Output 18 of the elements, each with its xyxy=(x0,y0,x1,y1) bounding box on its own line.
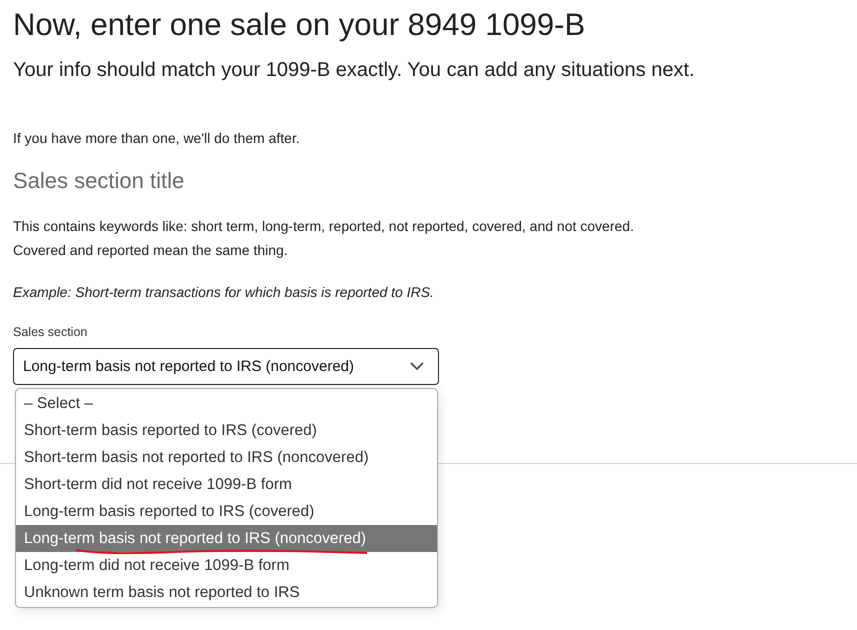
page-title: Now, enter one sale on your 8949 1099-B xyxy=(13,6,586,44)
chevron-icon xyxy=(410,362,424,371)
dropdown-option[interactable]: Long-term basis not reported to IRS (noncovered) xyxy=(16,525,437,552)
dropdown-option[interactable]: Long-term did not receive 1099-B form xyxy=(16,552,437,579)
dropdown-option[interactable]: Short-term basis reported to IRS (covered) xyxy=(16,417,437,444)
section-title: Sales section title xyxy=(13,167,186,195)
note-text: If you have more than one, we'll do them after. xyxy=(13,129,301,147)
example-text: Example: Short-term transactions for which basis is reported to IRS. xyxy=(13,283,435,302)
sales-section-dropdown[interactable]: Long-term basis not reported to IRS (noncovered) xyxy=(13,348,439,385)
field-label: Sales section xyxy=(13,324,88,340)
dropdown-option[interactable]: Unknown term basis not reported to IRS xyxy=(16,579,437,606)
dropdown-option[interactable]: Short-term basis not reported to IRS (noncovered) xyxy=(16,444,437,471)
dropdown-option[interactable]: Long-term basis reported to IRS (covered) xyxy=(16,498,437,525)
subtitle: Your info should match your 1099-B exactly. You can add any situations next. xyxy=(13,58,696,83)
dropdown-option[interactable]: – Select – xyxy=(16,390,437,417)
description-text: This contains keywords like: short term, long-term, reported, not reported, covered, and not covered. xyxy=(13,217,635,236)
dropdown-option[interactable]: Short-term did not receive 1099-B form xyxy=(16,471,437,498)
description-text: Covered and reported mean the same thing. xyxy=(13,241,289,260)
